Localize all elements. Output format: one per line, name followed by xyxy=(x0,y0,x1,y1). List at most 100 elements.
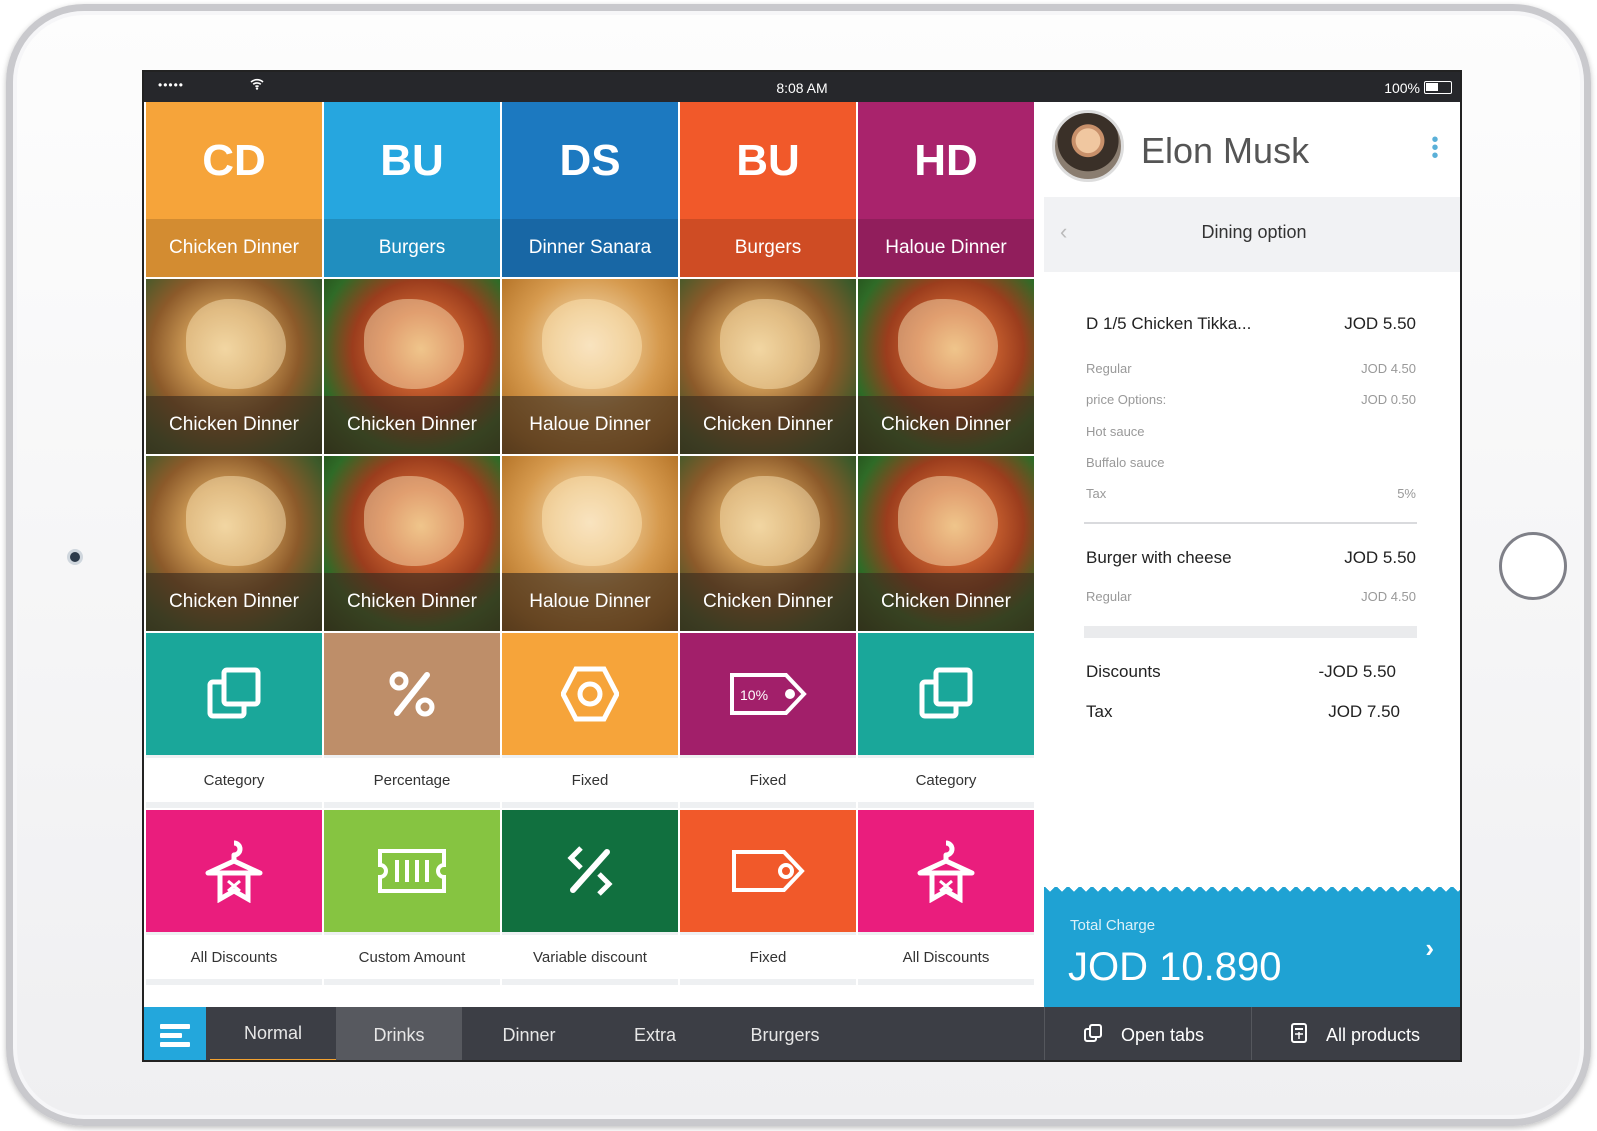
tile-label: Burgers xyxy=(324,219,500,277)
tab-drinks[interactable]: Drinks xyxy=(336,1007,462,1060)
dining-option-label: Dining option xyxy=(1201,222,1307,242)
divider xyxy=(1084,522,1417,524)
product-tile[interactable]: Haloue Dinner xyxy=(502,279,678,454)
home-button[interactable] xyxy=(1499,532,1567,600)
tile-abbr: BU xyxy=(736,135,800,185)
detail-label: Tax xyxy=(1086,486,1107,501)
detail-label: Regular xyxy=(1086,361,1132,376)
calculator-icon xyxy=(1290,1022,1308,1049)
discounts-row: Discounts -JOD 5.50 xyxy=(1086,662,1396,682)
tag-icon xyxy=(680,810,856,932)
product-tile[interactable]: Chicken Dinner xyxy=(324,456,500,631)
product-tile[interactable]: Chicken Dinner xyxy=(146,456,322,631)
more-options-icon[interactable]: • • • xyxy=(1430,130,1440,166)
category-tile[interactable]: CD Chicken Dinner xyxy=(146,102,322,277)
screen: ••••• 8:08 AM 100% CD Chicken Dinner BU Bu… xyxy=(142,70,1462,1062)
tag-10-percent-icon: 10% xyxy=(680,633,856,755)
discount-tile-category[interactable]: Category xyxy=(858,633,1034,808)
detail-value: JOD 4.50 xyxy=(1361,589,1416,604)
all-products-button[interactable]: All products xyxy=(1251,1007,1460,1060)
order-item[interactable]: D 1/5 Chicken Tikka... JOD 5.50 xyxy=(1086,314,1416,334)
category-tile[interactable]: BU Burgers xyxy=(680,102,856,277)
divider xyxy=(1084,626,1417,638)
tile-label: Dinner Sanara xyxy=(502,219,678,277)
discount-tile-fixed[interactable]: Fixed xyxy=(502,633,678,808)
dining-option-bar[interactable]: ‹ Dining option xyxy=(1044,197,1460,272)
discount-tile-all[interactable]: All Discounts xyxy=(858,810,1034,985)
tax-row: Tax JOD 7.50 xyxy=(1086,702,1400,722)
avatar[interactable] xyxy=(1052,110,1124,182)
tab-brurgers[interactable]: Brurgers xyxy=(720,1007,850,1060)
tile-label: Fixed xyxy=(680,758,856,802)
user-name: Elon Musk xyxy=(1141,130,1310,171)
food-image xyxy=(364,299,464,389)
item-price: JOD 5.50 xyxy=(1344,314,1416,333)
status-bar: ••••• 8:08 AM 100% xyxy=(144,72,1460,102)
product-tile[interactable]: Chicken Dinner xyxy=(680,456,856,631)
product-tile[interactable]: Chicken Dinner xyxy=(680,279,856,454)
detail-label: Buffalo sauce xyxy=(1086,455,1165,470)
tab-dinner[interactable]: Dinner xyxy=(466,1007,592,1060)
detail-value: 5% xyxy=(1397,486,1416,501)
hanger-icon xyxy=(146,810,322,932)
category-tile[interactable]: HD Haloue Dinner xyxy=(858,102,1034,277)
tile-label: Fixed xyxy=(680,935,856,979)
tile-label: Haloue Dinner xyxy=(858,219,1034,277)
food-image xyxy=(720,299,820,389)
order-item[interactable]: Burger with cheese JOD 5.50 xyxy=(1086,548,1416,568)
menu-button[interactable] xyxy=(144,1007,206,1060)
tile-label: Haloue Dinner xyxy=(502,573,678,631)
tax-label: Tax xyxy=(1086,702,1113,721)
product-tile[interactable]: Chicken Dinner xyxy=(858,279,1034,454)
total-amount: JOD 10.890 xyxy=(1068,945,1282,989)
open-tabs-button[interactable]: Open tabs xyxy=(1044,1007,1251,1060)
discount-tile-fixed[interactable]: Fixed xyxy=(680,810,856,985)
product-tile[interactable]: Chicken Dinner xyxy=(324,279,500,454)
food-image xyxy=(364,476,464,566)
total-charge-button[interactable]: Total Charge JOD 10.890 › xyxy=(1044,887,1460,1007)
discount-tile-category[interactable]: Category xyxy=(146,633,322,808)
tax-value: JOD 7.50 xyxy=(1328,702,1400,721)
percent-icon xyxy=(324,633,500,755)
tile-label: Variable discount xyxy=(502,935,678,979)
food-image xyxy=(542,476,642,566)
discount-tile-variable[interactable]: Variable discount xyxy=(502,810,678,985)
discount-tile-percentage[interactable]: Percentage xyxy=(324,633,500,808)
open-tabs-label: Open tabs xyxy=(1121,1025,1205,1045)
tile-label: All Discounts xyxy=(146,935,322,979)
tile-label: Chicken Dinner xyxy=(680,573,856,631)
discounts-label: Discounts xyxy=(1086,662,1161,681)
product-tile[interactable]: Chicken Dinner xyxy=(146,279,322,454)
category-tile[interactable]: DS Dinner Sanara xyxy=(502,102,678,277)
item-detail: Tax 5% xyxy=(1086,486,1416,501)
discount-tile-custom-amount[interactable]: Custom Amount xyxy=(324,810,500,985)
tile-abbr: CD xyxy=(202,135,266,185)
tile-label: Chicken Dinner xyxy=(680,396,856,454)
category-tile[interactable]: BU Burgers xyxy=(324,102,500,277)
food-image xyxy=(542,299,642,389)
food-image xyxy=(186,299,286,389)
ticket-icon xyxy=(324,810,500,932)
detail-value: JOD 0.50 xyxy=(1361,392,1416,407)
bottom-bar: Normal Drinks Dinner Extra Brurgers Open… xyxy=(144,1007,1460,1060)
food-image xyxy=(898,299,998,389)
item-name: Burger with cheese xyxy=(1086,548,1232,567)
zigzag-edge xyxy=(1044,887,1460,897)
food-image xyxy=(720,476,820,566)
product-tile[interactable]: Haloue Dinner xyxy=(502,456,678,631)
tile-label: Category xyxy=(146,758,322,802)
detail-value: JOD 4.50 xyxy=(1361,361,1416,376)
discount-tile-fixed-percent[interactable]: 10% Fixed xyxy=(680,633,856,808)
food-image xyxy=(186,476,286,566)
product-grid: CD Chicken Dinner BU Burgers DS Dinner Sana… xyxy=(144,102,1044,1007)
copy-icon xyxy=(146,633,322,755)
hanger-icon xyxy=(858,810,1034,932)
total-label: Total Charge xyxy=(1070,917,1156,934)
discount-tile-all[interactable]: All Discounts xyxy=(146,810,322,985)
tab-normal[interactable]: Normal xyxy=(210,1007,336,1060)
tile-label: All Discounts xyxy=(858,935,1034,979)
product-tile[interactable]: Chicken Dinner xyxy=(858,456,1034,631)
copy-icon xyxy=(1083,1023,1103,1048)
tab-extra[interactable]: Extra xyxy=(592,1007,718,1060)
tile-abbr: DS xyxy=(559,135,621,185)
